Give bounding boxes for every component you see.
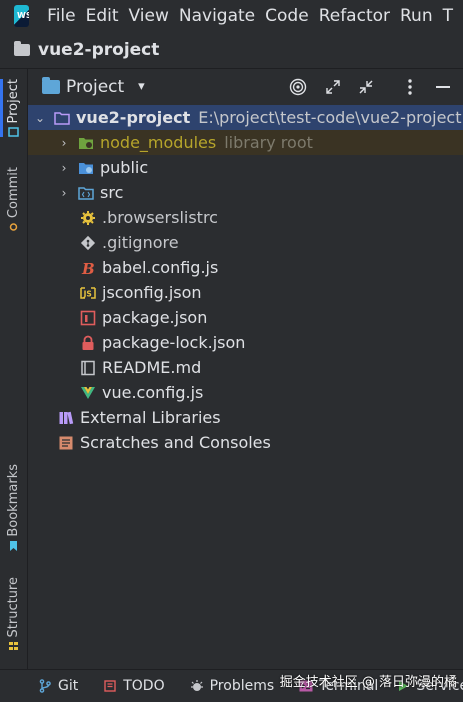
webstorm-logo-icon[interactable]: WS (14, 5, 30, 27)
bottom-tab-label: Problems (209, 678, 275, 694)
expand-icon[interactable] (323, 77, 343, 97)
problems-icon (190, 679, 204, 693)
tree-root-path: E:\project\test-code\vue2-project (198, 108, 462, 127)
tool-tab-label: Bookmarks (6, 464, 21, 537)
project-breadcrumb: vue2-project (0, 32, 463, 69)
menu-navigate[interactable]: Navigate (179, 6, 255, 26)
structure-icon (9, 642, 18, 651)
js-icon: JS (80, 285, 96, 301)
menu-run[interactable]: Run (400, 6, 433, 26)
tree-item-file[interactable]: README.md (28, 355, 463, 380)
tree-item-label: package.json (102, 308, 208, 327)
logo-text: WS (17, 11, 30, 20)
library-root-note: library root (224, 133, 313, 152)
web-folder-icon (78, 160, 94, 176)
panel-header: Project ▾ (28, 69, 463, 104)
folder-icon (14, 41, 30, 56)
target-icon[interactable] (288, 77, 308, 97)
vue-icon (80, 385, 96, 401)
tree-root-row[interactable]: ⌄ vue2-project E:\project\test-code\vue2… (28, 105, 463, 130)
watermark: 掘金技术社区 @ 落日弥漫的橘 (279, 675, 457, 690)
tree-item-label: External Libraries (80, 408, 221, 427)
tree-item-label: babel.config.js (102, 258, 219, 277)
project-panel: Project ▾ ⌄ vue2-project E:\project\test… (28, 69, 463, 669)
scratches-icon (58, 435, 74, 451)
chevron-down-icon[interactable]: ⌄ (34, 111, 46, 125)
lock-icon (80, 335, 96, 351)
project-folder-icon (42, 76, 60, 94)
tool-tab-label: Project (6, 79, 21, 124)
tree-item-label: .gitignore (102, 233, 179, 252)
git-icon (80, 235, 96, 251)
tree-item-file[interactable]: vue.config.js (28, 380, 463, 405)
chevron-right-icon[interactable]: › (58, 136, 70, 150)
menu-view[interactable]: View (129, 6, 169, 26)
source-folder-icon (78, 185, 94, 201)
tool-tab-commit[interactable]: Commit (0, 167, 27, 232)
libraries-icon (58, 410, 74, 426)
tree-item-scratches[interactable]: Scratches and Consoles (28, 430, 463, 455)
project-tree: ⌄ vue2-project E:\project\test-code\vue2… (28, 105, 463, 455)
tree-item-file[interactable]: .gitignore (28, 230, 463, 255)
tool-tab-label: Structure (6, 577, 21, 638)
tool-tab-structure[interactable]: Structure (0, 577, 27, 651)
tree-item-external-libraries[interactable]: External Libraries (28, 405, 463, 430)
tree-item-label: Scratches and Consoles (80, 433, 271, 452)
tool-tab-project[interactable]: Project (0, 79, 27, 138)
tree-item-label: package-lock.json (102, 333, 246, 352)
minimize-icon[interactable] (433, 77, 453, 97)
project-title[interactable]: vue2-project (38, 40, 159, 60)
tree-item-label: src (100, 183, 124, 202)
menu-code[interactable]: Code (265, 6, 309, 26)
tree-item-public[interactable]: › public (28, 155, 463, 180)
bottom-tab-label: Git (58, 678, 79, 694)
svg-text:B: B (81, 260, 95, 276)
folder-icon (54, 110, 70, 126)
bottom-tab-todo[interactable]: TODO (103, 678, 165, 694)
library-folder-icon (78, 135, 94, 151)
tree-item-label: .browserslistrc (102, 208, 218, 227)
collapse-icon[interactable] (356, 77, 376, 97)
bottom-tab-git[interactable]: Git (38, 678, 78, 694)
chevron-right-icon[interactable]: › (58, 186, 70, 200)
tool-tab-label: Commit (6, 167, 21, 219)
bottom-tab-label: TODO (123, 678, 165, 694)
panel-title[interactable]: Project (66, 77, 124, 97)
tree-item-label: public (100, 158, 149, 177)
tree-item-file[interactable]: package-lock.json (28, 330, 463, 355)
tree-item-label: vue.config.js (102, 383, 204, 402)
menu-edit[interactable]: Edit (86, 6, 119, 26)
tree-item-file[interactable]: package.json (28, 305, 463, 330)
bookmark-icon (10, 540, 17, 551)
chevron-down-icon[interactable]: ▾ (138, 79, 145, 94)
tree-item-label: jsconfig.json (102, 283, 202, 302)
tree-item-file[interactable]: JS jsconfig.json (28, 280, 463, 305)
tool-tab-bookmarks[interactable]: Bookmarks (0, 464, 27, 551)
tree-item-label: node_modules (100, 133, 217, 152)
chevron-right-icon[interactable]: › (58, 161, 70, 175)
git-branch-icon (38, 679, 52, 693)
commit-icon (9, 223, 18, 231)
npm-icon (80, 310, 96, 326)
menu-file[interactable]: File (47, 6, 75, 26)
markdown-icon (80, 360, 96, 376)
tree-root-name: vue2-project (76, 108, 191, 127)
bottom-tab-problems[interactable]: Problems (190, 678, 275, 694)
tree-item-file[interactable]: B babel.config.js (28, 255, 463, 280)
svg-text:JS: JS (83, 289, 92, 298)
gear-icon (80, 210, 96, 226)
project-icon (8, 127, 19, 138)
more-icon[interactable] (400, 77, 420, 97)
tree-item-src[interactable]: › src (28, 180, 463, 205)
babel-icon: B (80, 260, 96, 276)
menu-tools[interactable]: T (443, 6, 453, 26)
menu-refactor[interactable]: Refactor (319, 6, 390, 26)
tree-item-label: README.md (102, 358, 202, 377)
todo-icon (103, 679, 117, 693)
tree-item-node-modules[interactable]: › node_modules library root (28, 130, 463, 155)
tree-item-file[interactable]: .browserslistrc (28, 205, 463, 230)
left-tool-strip: Project Commit Bookmarks Structure (0, 69, 28, 669)
menu-bar: WS File Edit View Navigate Code Refactor… (0, 0, 463, 32)
